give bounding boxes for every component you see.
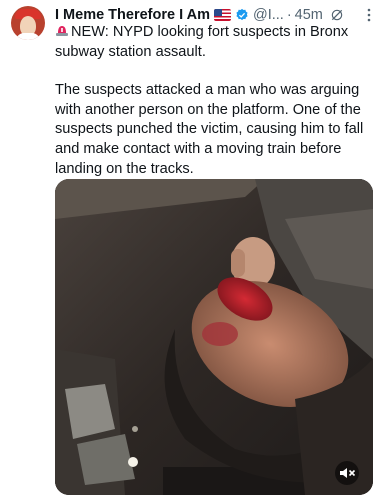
mute-icon-glyph <box>340 468 356 478</box>
tweet-timestamp[interactable]: 45m <box>295 7 323 23</box>
tweet-paragraph-2: The suspects attacked a man who was argu… <box>55 82 364 177</box>
tweet-paragraph-1: NEW: NYPD looking fort suspects in Bronx… <box>55 23 375 62</box>
more-options-icon[interactable] <box>362 8 376 22</box>
separator-dot: · <box>286 7 292 23</box>
mute-icon[interactable] <box>335 461 359 485</box>
verified-badge-icon <box>236 8 248 21</box>
grok-icon[interactable] <box>330 8 344 22</box>
author-handle[interactable]: @I... <box>253 7 284 23</box>
siren-icon <box>56 26 68 36</box>
avatar-collar <box>16 33 40 40</box>
author-avatar[interactable] <box>11 6 45 40</box>
tweet-headline: NEW: NYPD looking fort suspects in Bronx… <box>55 24 349 60</box>
us-flag-icon <box>213 9 231 21</box>
video-frame <box>55 179 373 495</box>
author-name[interactable]: I Meme Therefore I Am <box>55 7 210 23</box>
tweet-header: I Meme Therefore I Am @I... · 45m <box>55 5 377 25</box>
video-player[interactable] <box>55 179 373 495</box>
tweet-body: NEW: NYPD looking fort suspects in Bronx… <box>55 23 375 179</box>
